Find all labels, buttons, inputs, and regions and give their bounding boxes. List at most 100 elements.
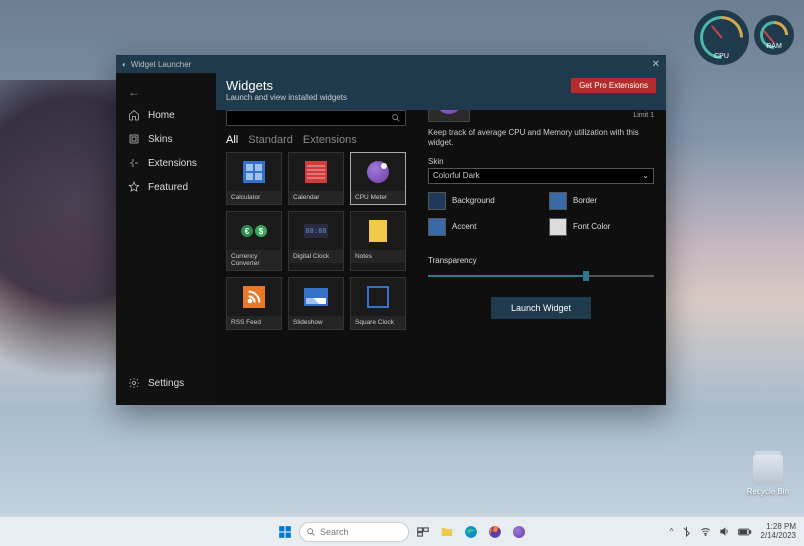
ram-gauge-widget[interactable]: RAM bbox=[754, 15, 794, 55]
transparency-label: Transparency bbox=[428, 256, 654, 265]
extensions-icon bbox=[128, 157, 140, 169]
color-option-border: Border bbox=[549, 192, 654, 210]
transparency-slider[interactable] bbox=[428, 269, 654, 283]
chevron-down-icon: ⌄ bbox=[642, 171, 649, 180]
search-icon bbox=[391, 113, 401, 123]
firefox-icon bbox=[488, 525, 502, 539]
close-button[interactable]: ✕ bbox=[652, 59, 660, 70]
battery-icon[interactable] bbox=[738, 527, 752, 537]
sidebar-item-skins[interactable]: Skins bbox=[116, 127, 216, 151]
recycle-bin-icon bbox=[753, 455, 783, 485]
skin-select[interactable]: Colorful Dark ⌄ bbox=[428, 168, 654, 184]
skin-label: Skin bbox=[428, 157, 654, 166]
sidebar-item-featured[interactable]: Featured bbox=[116, 175, 216, 199]
border-swatch[interactable] bbox=[549, 192, 567, 210]
app-window: ◐ Widget Launcher ✕ ← Home Skins Extensi… bbox=[116, 55, 666, 405]
gauge-label: RAM bbox=[766, 43, 782, 50]
detail-widget-icon bbox=[428, 110, 470, 122]
home-icon bbox=[128, 109, 140, 121]
task-view-icon bbox=[416, 525, 430, 539]
color-option-background: Background bbox=[428, 192, 533, 210]
page-title: Widgets bbox=[226, 78, 561, 93]
tab-extensions[interactable]: Extensions bbox=[303, 134, 357, 146]
currency-icon: €$ bbox=[227, 212, 281, 250]
widget-list-panel: All Standard Extensions Calculator Calen… bbox=[216, 110, 416, 405]
sidebar: ← Home Skins Extensions Featured Setting… bbox=[116, 73, 216, 405]
cpu-gauge-widget[interactable]: CPU bbox=[694, 10, 749, 65]
desktop-gauges: CPU RAM bbox=[694, 10, 794, 65]
accent-swatch[interactable] bbox=[428, 218, 446, 236]
gauge-label: CPU bbox=[714, 53, 729, 60]
notes-icon bbox=[351, 212, 405, 250]
widget-tile-slideshow[interactable]: Slideshow bbox=[288, 277, 344, 330]
taskbar-widget-launcher[interactable] bbox=[509, 522, 529, 542]
taskbar-explorer[interactable] bbox=[437, 522, 457, 542]
wifi-icon[interactable] bbox=[700, 526, 711, 537]
search-icon bbox=[306, 527, 316, 537]
widget-tile-calendar[interactable]: Calendar bbox=[288, 152, 344, 205]
app-title: Widget Launcher bbox=[131, 60, 191, 69]
sidebar-item-label: Featured bbox=[148, 182, 188, 193]
cpu-meter-icon bbox=[351, 153, 405, 191]
back-button[interactable]: ← bbox=[116, 81, 216, 103]
taskbar-firefox[interactable] bbox=[485, 522, 505, 542]
taskbar: Search ^ 1:28 PM 2/14/2023 bbox=[0, 516, 804, 546]
widget-tile-digital-clock[interactable]: 88:88 Digital Clock bbox=[288, 211, 344, 271]
tab-all[interactable]: All bbox=[226, 134, 238, 146]
taskbar-clock[interactable]: 1:28 PM 2/14/2023 bbox=[760, 523, 796, 541]
color-option-accent: Accent bbox=[428, 218, 533, 236]
widget-tile-cpu-meter[interactable]: CPU Meter bbox=[350, 152, 406, 205]
font-swatch[interactable] bbox=[549, 218, 567, 236]
taskbar-edge[interactable] bbox=[461, 522, 481, 542]
titlebar[interactable]: ◐ Widget Launcher ✕ bbox=[116, 55, 666, 73]
star-icon bbox=[128, 181, 140, 193]
taskbar-search[interactable]: Search bbox=[299, 522, 409, 542]
skins-icon bbox=[128, 133, 140, 145]
start-button[interactable] bbox=[275, 522, 295, 542]
launch-widget-button[interactable]: Launch Widget bbox=[491, 297, 591, 319]
windows-icon bbox=[278, 525, 292, 539]
taskbar-task-view[interactable] bbox=[413, 522, 433, 542]
calculator-icon bbox=[227, 153, 281, 191]
tray-chevron-up-icon[interactable]: ^ bbox=[670, 527, 674, 536]
page-subtitle: Launch and view installed widgets bbox=[226, 93, 561, 102]
widget-tile-square-clock[interactable]: Square Clock bbox=[350, 277, 406, 330]
sidebar-item-settings[interactable]: Settings bbox=[116, 371, 216, 395]
recycle-bin-label: Recycle Bin bbox=[747, 487, 789, 496]
sidebar-item-label: Home bbox=[148, 110, 175, 121]
square-clock-icon bbox=[351, 278, 405, 316]
widget-launcher-icon bbox=[513, 526, 525, 538]
widget-tile-calculator[interactable]: Calculator bbox=[226, 152, 282, 205]
gear-icon bbox=[128, 377, 140, 389]
widget-detail-panel: Limit 1 CPU Meter Keep track of average … bbox=[416, 110, 666, 405]
background-swatch[interactable] bbox=[428, 192, 446, 210]
tab-standard[interactable]: Standard bbox=[248, 134, 293, 146]
sidebar-item-home[interactable]: Home bbox=[116, 103, 216, 127]
get-pro-button[interactable]: Get Pro Extensions bbox=[571, 78, 656, 93]
main-content: Widgets Launch and view installed widget… bbox=[216, 73, 666, 405]
widget-tile-notes[interactable]: Notes bbox=[350, 211, 406, 271]
tabs: All Standard Extensions bbox=[226, 130, 406, 152]
color-options: Background Border Accent Font Color bbox=[428, 192, 654, 236]
sidebar-item-label: Skins bbox=[148, 134, 172, 145]
slideshow-icon bbox=[289, 278, 343, 316]
sidebar-item-extensions[interactable]: Extensions bbox=[116, 151, 216, 175]
digital-clock-icon: 88:88 bbox=[289, 212, 343, 250]
limit-badge: Limit 1 bbox=[633, 112, 654, 119]
slider-thumb[interactable] bbox=[583, 271, 589, 281]
volume-icon[interactable] bbox=[719, 526, 730, 537]
content-header: Widgets Launch and view installed widget… bbox=[216, 73, 666, 110]
detail-description: Keep track of average CPU and Memory uti… bbox=[428, 128, 654, 149]
widget-tile-rss[interactable]: RSS Feed bbox=[226, 277, 282, 330]
rss-icon bbox=[227, 278, 281, 316]
edge-icon bbox=[464, 525, 478, 539]
widget-tile-currency[interactable]: €$ Currency Converter bbox=[226, 211, 282, 271]
app-icon: ◐ bbox=[122, 60, 127, 69]
bluetooth-icon[interactable] bbox=[681, 526, 692, 537]
calendar-icon bbox=[289, 153, 343, 191]
sidebar-item-label: Extensions bbox=[148, 158, 197, 169]
recycle-bin[interactable]: Recycle Bin bbox=[747, 455, 789, 496]
widget-grid: Calculator Calendar CPU Meter €$ Cur bbox=[226, 152, 406, 330]
search-input[interactable] bbox=[226, 110, 406, 126]
color-option-font: Font Color bbox=[549, 218, 654, 236]
